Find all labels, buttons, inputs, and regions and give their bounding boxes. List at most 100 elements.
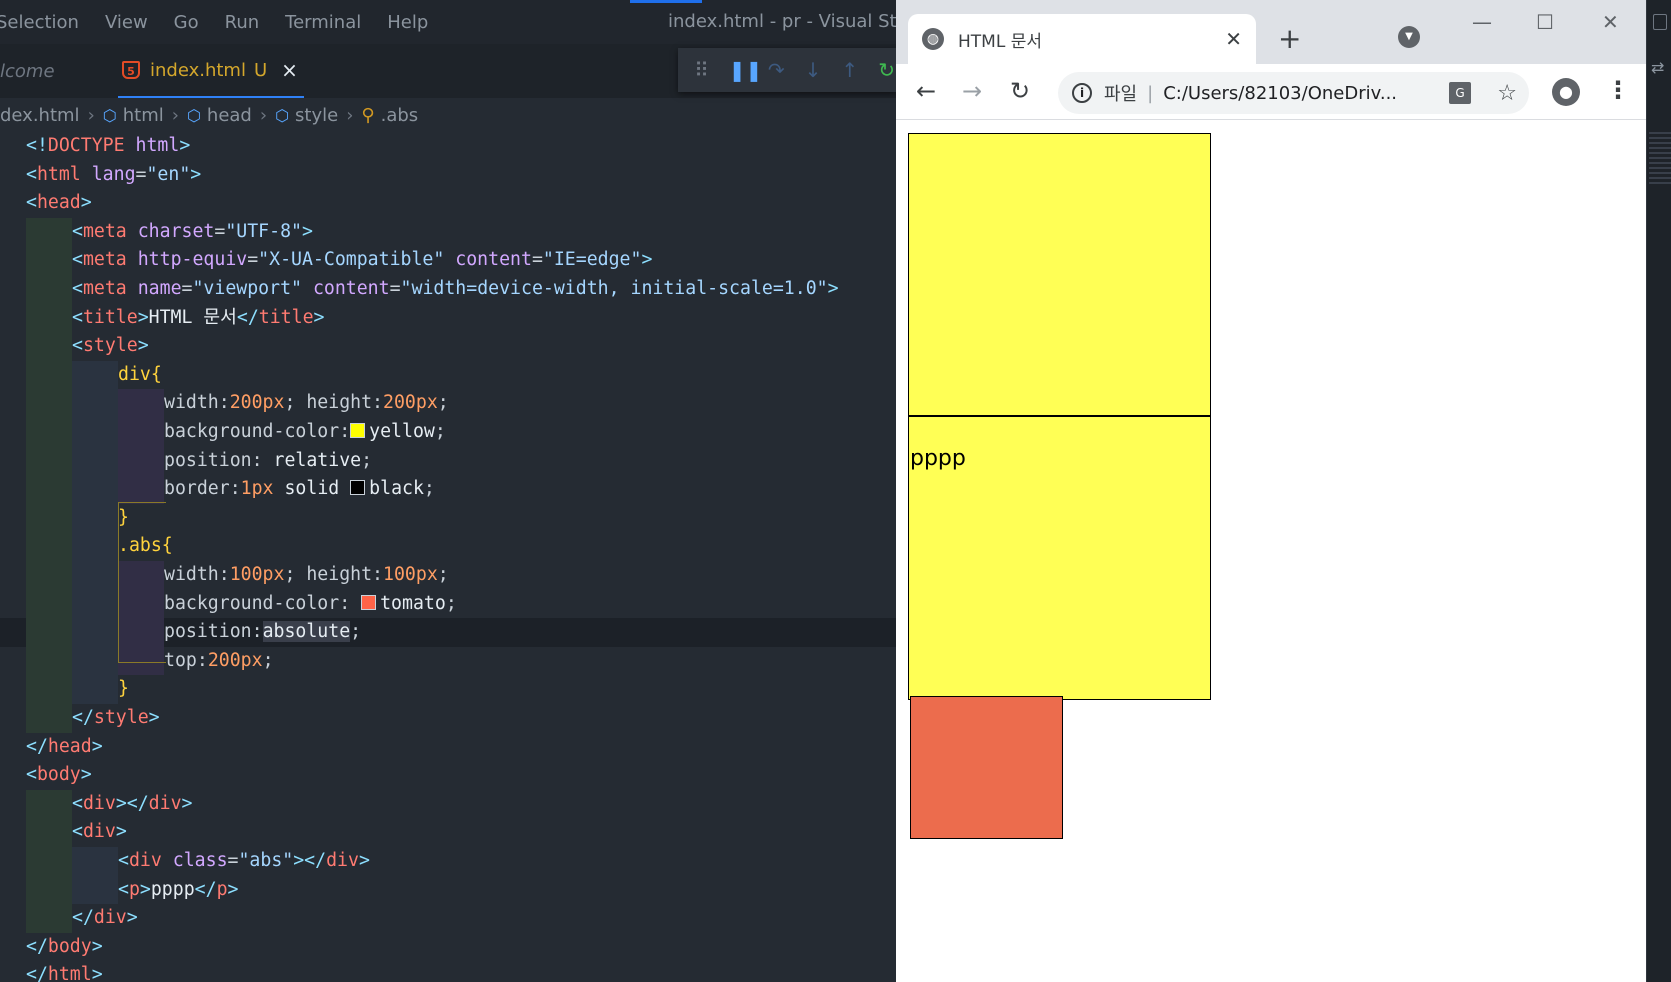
indent-guide: [72, 618, 118, 647]
code-line-text: <meta http-equiv="X-UA-Compatible" conte…: [72, 249, 653, 271]
tab-close-icon[interactable]: ×: [281, 58, 298, 82]
back-arrow-icon[interactable]: ←: [916, 77, 936, 105]
address-url: C:/Users/82103/OneDriv...: [1163, 82, 1398, 104]
code-line: background-color: yellow;: [0, 418, 896, 447]
chevron-right-icon: ›: [259, 104, 268, 126]
browser-tab[interactable]: ◍ HTML 문서 ✕: [908, 14, 1256, 64]
breadcrumb: dex.html › ⬡ html › ⬡ head › ⬡ style › ⚲…: [0, 98, 896, 132]
new-tab-button[interactable]: +: [1278, 22, 1301, 55]
code-line: border:1px solid black;: [0, 475, 896, 504]
breadcrumb-style[interactable]: style: [295, 105, 338, 126]
color-swatch-yellow[interactable]: [350, 423, 366, 438]
indent-guide: [26, 217, 72, 247]
forward-arrow-icon[interactable]: →: [962, 77, 982, 105]
breadcrumb-html[interactable]: html: [123, 105, 164, 126]
menu-selection[interactable]: Selection: [0, 12, 79, 33]
cube-icon: ⬡: [186, 105, 201, 125]
code-line: <head>: [0, 189, 896, 218]
code-line: }: [0, 675, 896, 704]
indent-guide: [72, 418, 118, 447]
source-control-icon[interactable]: ⇄: [1651, 58, 1664, 77]
indent-guide: [26, 618, 72, 647]
debug-toolbar: ⠿ ❚❚ ↷ ↓ ↑ ↻: [678, 48, 896, 92]
indent-guide: [72, 503, 118, 533]
menu-view[interactable]: View: [105, 12, 148, 33]
code-line-text: </html>: [26, 964, 103, 982]
indent-guide: [26, 875, 72, 905]
indent-guide: [72, 561, 118, 590]
globe-icon: ◍: [922, 28, 944, 50]
translate-icon[interactable]: G: [1449, 82, 1471, 104]
yellow-div-1: [908, 133, 1211, 416]
code-line: <div>: [0, 818, 896, 847]
step-into-icon[interactable]: ↓: [804, 58, 823, 82]
restart-icon[interactable]: ↻: [877, 58, 896, 82]
code-line-text: div{: [118, 363, 162, 385]
indent-guide: [72, 360, 118, 390]
indent-guide: [26, 303, 72, 333]
indent-guide: [118, 475, 164, 504]
code-line-text: <div class="abs"></div>: [118, 850, 370, 871]
code-line: </html>: [0, 961, 896, 982]
breadcrumb-head[interactable]: head: [207, 105, 252, 126]
address-divider: |: [1147, 82, 1154, 104]
pause-icon[interactable]: ❚❚: [729, 58, 763, 82]
window-close-icon[interactable]: ✕: [1602, 10, 1619, 34]
indent-guide: [26, 532, 72, 561]
code-editor[interactable]: <!DOCTYPE html> <html lang="en"> <head> …: [0, 132, 896, 982]
code-line-text: </style>: [72, 707, 160, 728]
more-menu-icon[interactable]: ⋮: [1606, 76, 1630, 104]
tab-search-icon[interactable]: ▼: [1398, 26, 1420, 48]
menu-go[interactable]: Go: [174, 12, 199, 33]
code-line-text: <head>: [26, 192, 92, 214]
minimap[interactable]: [1649, 132, 1671, 184]
reload-icon[interactable]: ↻: [1010, 77, 1030, 105]
indent-guide: [26, 847, 72, 876]
code-line: <p>pppp</p>: [0, 875, 896, 905]
menu-help[interactable]: Help: [387, 12, 428, 33]
right-edge-strip: ⇄: [1646, 0, 1671, 982]
indent-guide: [26, 646, 72, 676]
bookmark-star-icon[interactable]: ☆: [1497, 81, 1517, 106]
code-line-text: <body>: [26, 764, 92, 786]
step-out-icon[interactable]: ↑: [840, 58, 859, 82]
code-line: div{: [0, 360, 896, 390]
code-line: <meta http-equiv="X-UA-Compatible" conte…: [0, 246, 896, 275]
profile-avatar-icon[interactable]: ●: [1552, 78, 1580, 106]
indent-guide: [72, 446, 118, 476]
code-line: <body>: [0, 761, 896, 790]
tomato-abs-div: [910, 696, 1063, 839]
drag-grip-icon[interactable]: ⠿: [692, 58, 711, 82]
breadcrumb-abs[interactable]: .abs: [381, 105, 419, 126]
menu-run[interactable]: Run: [225, 12, 260, 33]
code-line: </head>: [0, 733, 896, 762]
breadcrumb-file[interactable]: dex.html: [0, 105, 80, 126]
code-line: <meta charset="UTF-8">: [0, 217, 896, 247]
info-icon[interactable]: i: [1072, 83, 1092, 103]
address-bar[interactable]: i 파일 | C:/Users/82103/OneDriv... G ☆: [1058, 72, 1529, 114]
code-line-text: background-color: tomato;: [164, 592, 457, 614]
code-line: <style>: [0, 332, 896, 361]
indent-guide: [26, 789, 72, 819]
indent-guide: [26, 389, 72, 418]
indent-guide: [72, 475, 118, 504]
indent-guide: [26, 675, 72, 704]
code-line-text: </div>: [72, 907, 138, 929]
code-line-text: background-color: yellow;: [164, 421, 446, 442]
code-line: <title>HTML 문서</title>: [0, 303, 896, 333]
step-over-icon[interactable]: ↷: [767, 58, 786, 82]
color-swatch-tomato[interactable]: [361, 594, 377, 610]
color-swatch-black[interactable]: [350, 480, 366, 496]
title-accent-bar: [630, 0, 702, 3]
tab-welcome[interactable]: lcome: [0, 44, 55, 98]
minimize-icon[interactable]: —: [1472, 10, 1492, 34]
code-line-text: <title>HTML 문서</title>: [72, 306, 325, 328]
copy-icon[interactable]: [1653, 14, 1667, 30]
maximize-icon[interactable]: ☐: [1536, 10, 1554, 34]
indent-guide: [72, 875, 118, 905]
code-line: <div></div>: [0, 789, 896, 819]
tab-close-icon[interactable]: ✕: [1225, 27, 1242, 51]
tab-index-html[interactable]: 5 index.html U ×: [118, 44, 304, 98]
menu-terminal[interactable]: Terminal: [285, 12, 361, 33]
code-line-text: <p>pppp</p>: [118, 878, 239, 900]
